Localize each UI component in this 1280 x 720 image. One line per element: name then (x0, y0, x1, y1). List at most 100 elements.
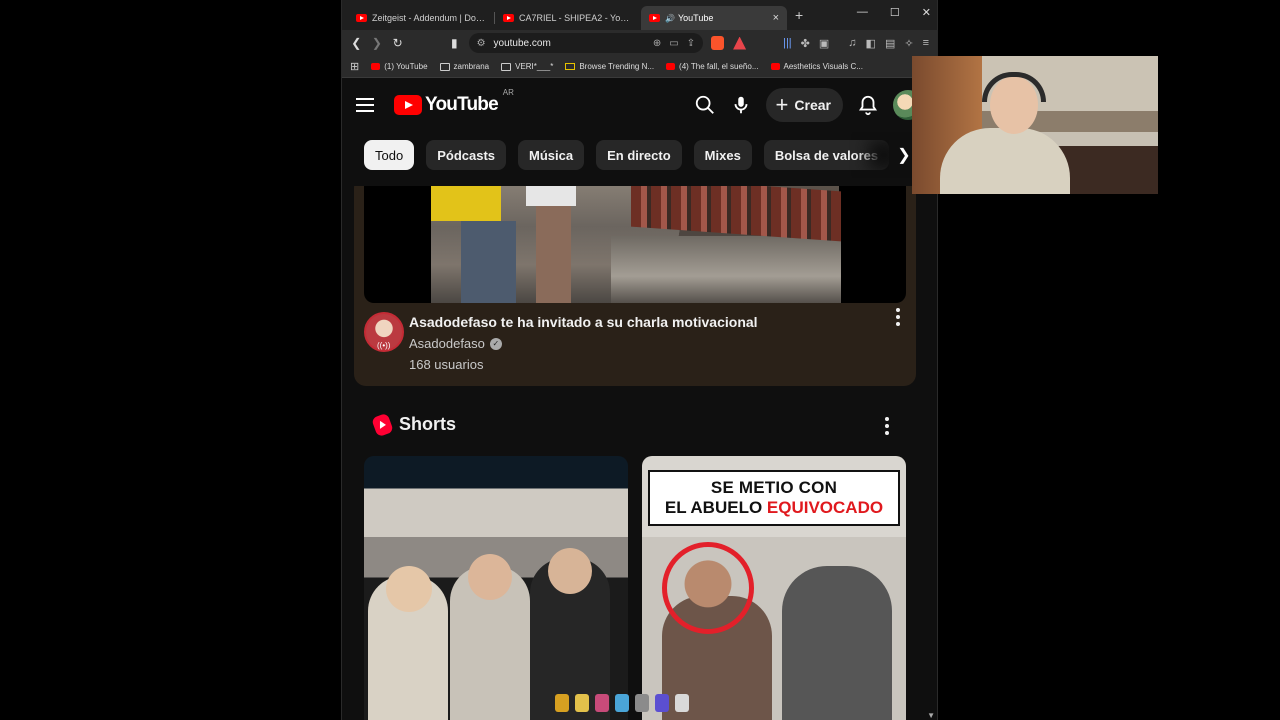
bookmark-the-fall[interactable]: (4) The fall, el sueño... (666, 62, 759, 71)
tab-label: YouTube (677, 13, 714, 23)
webcam-overlay (912, 56, 1158, 194)
youtube-wordmark: YouTube (425, 94, 499, 115)
channel-avatar[interactable]: ((•)) (364, 312, 404, 352)
sticker-icon (555, 694, 569, 712)
chip-podcasts[interactable]: Pódcasts (426, 140, 507, 170)
live-broadcast-icon: ((•)) (377, 341, 391, 350)
music-icon[interactable]: ♫ (848, 37, 856, 49)
back-icon[interactable]: ❮ (350, 36, 363, 50)
thumbnail-detail (611, 236, 841, 303)
bookmark-label: Browse Trending N... (579, 62, 655, 71)
bookmark-trending[interactable]: Browse Trending N... (565, 62, 654, 71)
address-row: ❮ ❯ ↻ ▮ ⚙ youtube.com ⊕ ▭ ⇪ ||| ✤ ▣ ♫ ◧ … (342, 30, 937, 56)
tab-label: CA7RIEL - SHIPEA2 - YouTube (519, 13, 633, 23)
microphone-icon[interactable] (730, 94, 752, 116)
sticker-icon (615, 694, 629, 712)
hamburger-menu-icon[interactable] (356, 98, 374, 112)
bars-icon[interactable]: ||| (783, 37, 792, 49)
share-icon[interactable]: ⇪ (687, 38, 695, 49)
tab-ca7riel[interactable]: CA7RIEL - SHIPEA2 - YouTube (495, 6, 641, 30)
cast-icon[interactable]: ▭ (669, 38, 678, 49)
banner-accent: EQUIVOCADO (766, 498, 884, 517)
live-invite-card[interactable]: ((•)) Asadodefaso te ha invitado a su ch… (354, 186, 916, 386)
live-channel[interactable]: Asadodefaso ✓ (409, 336, 502, 351)
reload-icon[interactable]: ↻ (391, 36, 404, 50)
tab-close-icon[interactable]: × (773, 12, 779, 24)
bookmark-label: (1) YouTube (384, 62, 428, 71)
wallet-icon[interactable]: ▤ (885, 37, 895, 50)
chip-en-directo[interactable]: En directo (596, 140, 682, 170)
tab-zeitgeist[interactable]: Zeitgeist - Addendum | Docum (348, 6, 494, 30)
scroll-down-icon[interactable]: ▼ (927, 711, 935, 720)
site-icon (565, 63, 576, 70)
youtube-logo[interactable]: YouTube AR (394, 88, 514, 116)
thumbnail-detail (782, 566, 892, 720)
menu-icon[interactable]: ≡ (923, 37, 929, 49)
chip-bolsa-de-valores[interactable]: Bolsa de valores (763, 140, 890, 170)
feed: ((•)) Asadodefaso te ha invitado a su ch… (342, 186, 937, 720)
banner-prefix: EL ABUELO (664, 498, 767, 517)
thumbnail-detail (431, 186, 501, 221)
maximize-button[interactable]: ☐ (890, 6, 900, 19)
screenshot-icon[interactable]: ▣ (819, 37, 829, 50)
minimize-button[interactable]: — (857, 6, 868, 19)
ai-icon[interactable]: ✧ (904, 37, 913, 50)
live-thumbnail[interactable] (364, 186, 906, 303)
bookmark-icon[interactable]: ▮ (448, 36, 461, 50)
bookmark-veri[interactable]: VERI*___* (501, 62, 553, 71)
bookmark-youtube[interactable]: (1) YouTube (371, 62, 428, 71)
create-button[interactable]: + Crear (765, 88, 843, 122)
thumbnail-detail (468, 554, 512, 600)
sticker-icon (595, 694, 609, 712)
address-bar[interactable]: ⚙ youtube.com ⊕ ▭ ⇪ (468, 33, 704, 53)
category-chips: Todo Pódcasts Música En directo Mixes Bo… (342, 132, 937, 178)
zoom-icon[interactable]: ⊕ (653, 38, 661, 49)
bookmark-label: zambrana (453, 62, 490, 71)
bookmark-aesthetics[interactable]: Aesthetics Visuals C... (770, 62, 863, 71)
sidebar-icon[interactable]: ◧ (866, 37, 876, 50)
short-thumbnail-1[interactable] (364, 456, 628, 720)
plus-icon: + (775, 92, 789, 117)
speaker-icon: 🔊 (665, 13, 675, 23)
new-tab-button[interactable]: + (795, 7, 803, 23)
short-thumbnail-2[interactable]: SE METIO CON EL ABUELO EQUIVOCADO (642, 456, 906, 720)
brave-rewards-icon[interactable] (733, 36, 747, 50)
channel-name: Asadodefaso (409, 336, 485, 351)
shorts-more-options-icon[interactable] (885, 417, 889, 435)
thumbnail-detail (386, 566, 432, 612)
thumbnail-detail (940, 128, 1070, 194)
sticker-icon (675, 694, 689, 712)
chip-musica[interactable]: Música (518, 140, 585, 170)
country-code: AR (502, 88, 514, 97)
thumbnail-detail (631, 186, 841, 242)
bookmark-label: VERI*___* (515, 62, 554, 71)
chip-todo[interactable]: Todo (364, 140, 415, 170)
notifications-bell-icon[interactable] (857, 94, 879, 116)
headphones-icon (982, 72, 1046, 102)
tab-youtube-active[interactable]: 🔊 YouTube × (641, 6, 787, 30)
brave-shield-icon[interactable] (711, 36, 725, 50)
folder-icon (439, 62, 450, 71)
forward-icon[interactable]: ❯ (371, 36, 384, 50)
site-info-icon[interactable]: ⚙ (477, 38, 486, 49)
search-icon[interactable] (694, 94, 716, 116)
more-options-icon[interactable] (896, 308, 900, 326)
folder-icon (501, 62, 512, 71)
extensions: ||| ✤ ▣ ♫ ◧ ▤ ✧ ≡ (711, 36, 929, 50)
apps-icon[interactable]: ⊞ (350, 60, 359, 73)
create-label: Crear (794, 97, 831, 113)
verified-check-icon: ✓ (489, 337, 502, 350)
thumbnail-detail (461, 221, 516, 303)
live-title[interactable]: Asadodefaso te ha invitado a su charla m… (409, 314, 758, 330)
shorts-icon (371, 412, 394, 437)
url-text: youtube.com (493, 37, 551, 49)
bookmark-zambrana[interactable]: zambrana (439, 62, 490, 71)
close-window-button[interactable]: ✕ (922, 6, 931, 19)
youtube-icon (666, 63, 676, 70)
shorts-header: Shorts (371, 412, 456, 437)
youtube-favicon-icon (649, 14, 660, 22)
thumbnail-image (431, 186, 841, 303)
thumbnail-detail (526, 186, 576, 206)
chip-mixes[interactable]: Mixes (693, 140, 752, 170)
puzzle-icon[interactable]: ✤ (801, 37, 810, 50)
